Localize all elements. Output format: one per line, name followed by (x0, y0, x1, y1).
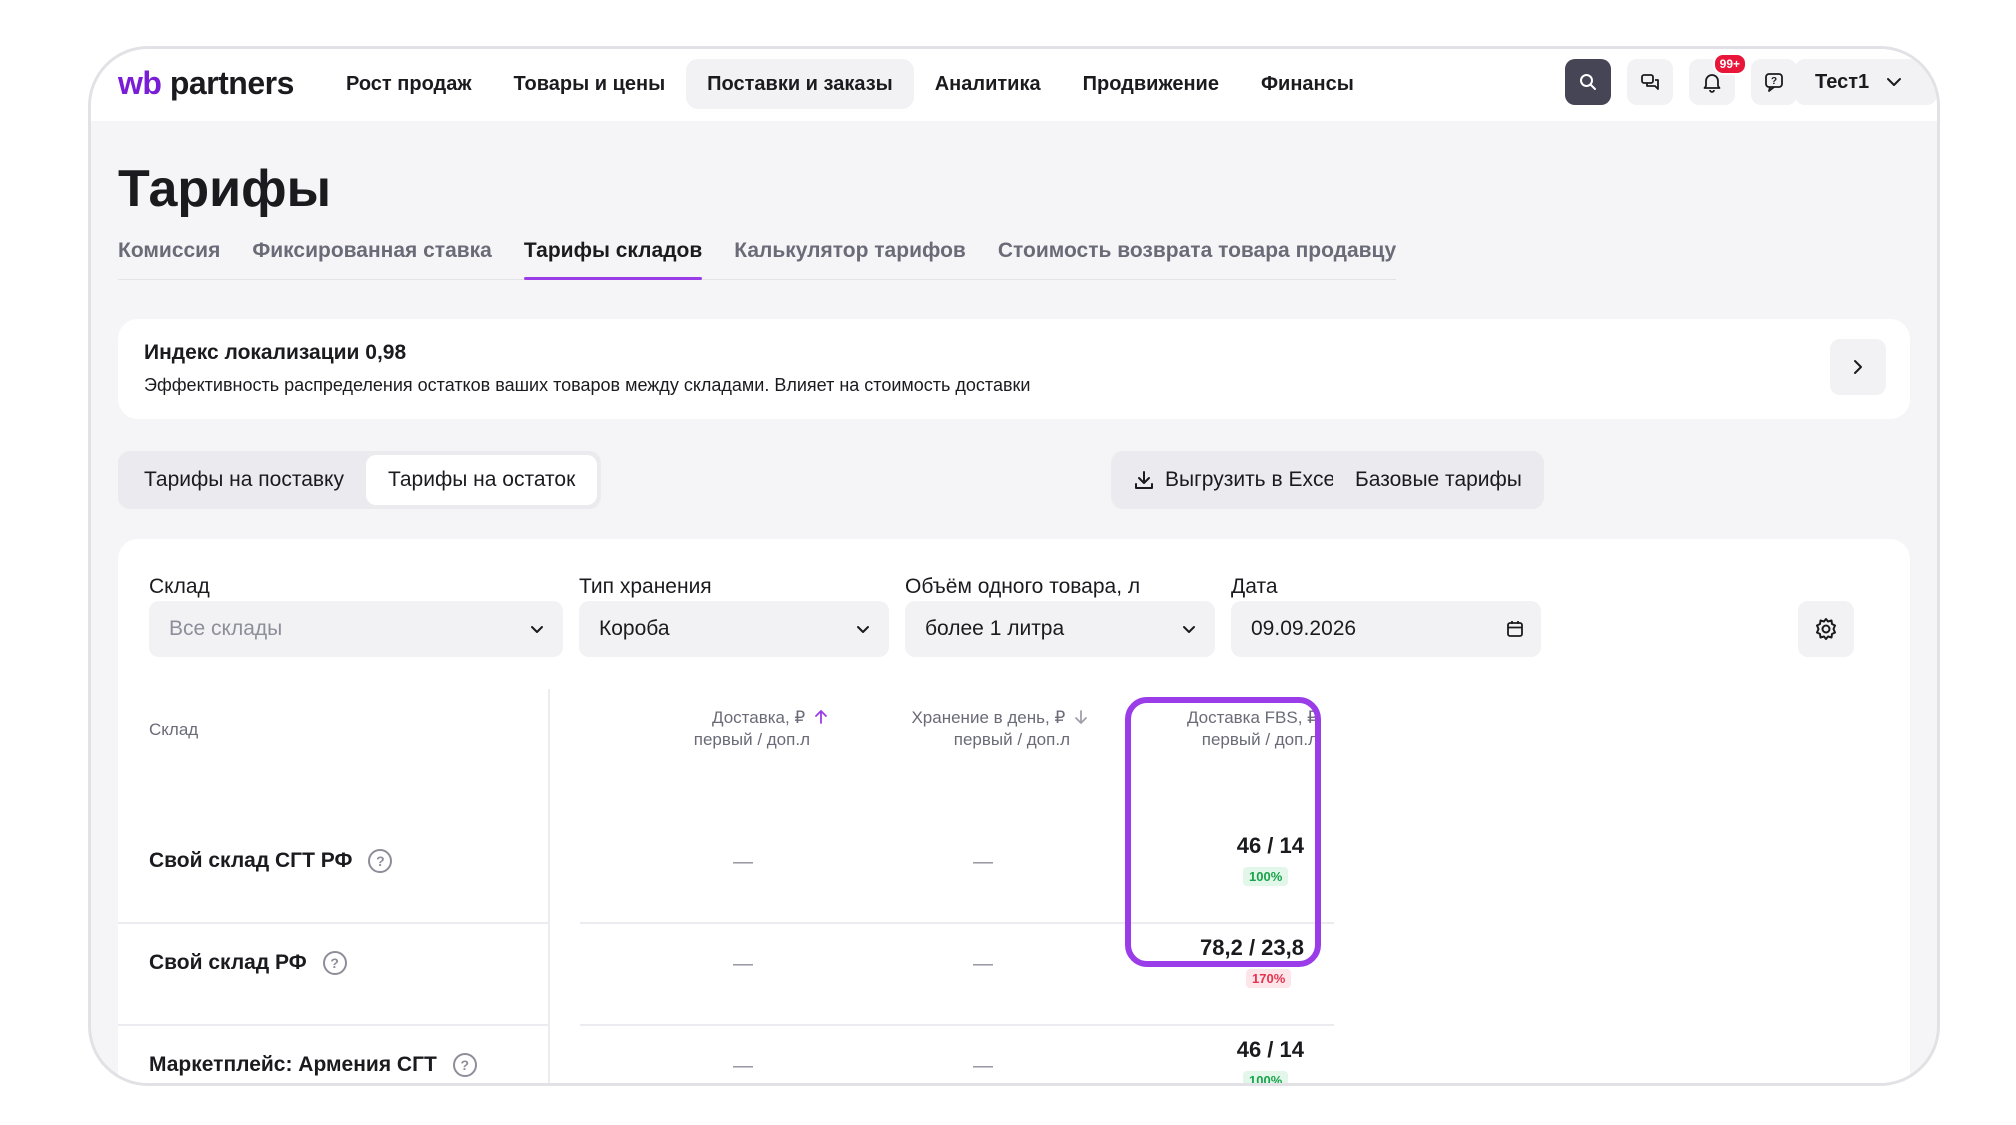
chevron-down-icon (531, 626, 543, 633)
storage-cell: — (973, 1055, 993, 1077)
delivery-cell: — (733, 851, 753, 873)
tab-return-cost[interactable]: Стоимость возврата товара продавцу (998, 239, 1396, 279)
tab-warehouse-tariffs[interactable]: Тарифы складов (523, 239, 703, 280)
fbs-percent-badge: 100% (1243, 1071, 1289, 1083)
column-divider (548, 689, 550, 1083)
delivery-cell: — (733, 1055, 753, 1077)
nav-sales-growth[interactable]: Рост продаж (325, 59, 493, 109)
wb-partners-logo[interactable]: wb partners (118, 65, 294, 102)
chats-button[interactable] (1627, 59, 1673, 105)
storage-cell: — (973, 851, 993, 873)
chevron-right-icon (1854, 360, 1862, 374)
chat-icon (1641, 74, 1659, 90)
search-icon (1580, 74, 1596, 90)
localization-index-title: Индекс локализации 0,98 (144, 341, 407, 364)
table-row-name: Маркетплейс: Армения СГТ ? (149, 1053, 477, 1077)
localization-index-card: Индекс локализации 0,98 Эффективность ра… (118, 319, 1910, 419)
sort-descending-icon (1075, 710, 1087, 724)
top-navigation: wb partners Рост продаж Товары и цены По… (91, 49, 1937, 121)
nav-promotion[interactable]: Продвижение (1062, 59, 1240, 109)
gear-icon (1816, 618, 1836, 640)
base-tariffs-button[interactable]: Базовые тарифы (1333, 451, 1544, 509)
tariff-type-switch: Тарифы на поставку Тарифы на остаток (118, 451, 602, 509)
column-header-warehouse: Склад (149, 720, 199, 739)
row-divider (580, 1024, 1334, 1026)
nav-finance[interactable]: Финансы (1240, 59, 1375, 109)
open-localization-button[interactable] (1830, 339, 1886, 395)
storage-type-select[interactable]: Короба (579, 601, 889, 657)
notifications-button[interactable]: 99+ (1689, 53, 1747, 105)
tab-commission[interactable]: Комиссия (118, 239, 220, 279)
warehouse-filter-label: Склад (149, 575, 210, 598)
column-header-delivery[interactable]: Доставка, ₽ первый / доп.л (628, 707, 828, 751)
delivery-cell: — (733, 953, 753, 975)
warehouse-select-value: Все склады (169, 617, 283, 640)
fbs-percent-badge: 170% (1246, 969, 1292, 988)
calendar-icon (1507, 621, 1523, 637)
stock-tariffs-option[interactable]: Тарифы на остаток (365, 455, 598, 505)
tab-tariff-calculator[interactable]: Калькулятор тарифов (734, 239, 966, 279)
download-icon (1135, 471, 1153, 489)
help-circle-icon[interactable]: ? (322, 951, 347, 975)
column-header-fbs[interactable]: Доставка FBS, ₽ первый / доп.л (1118, 707, 1318, 751)
user-name: Тест1 (1815, 70, 1870, 93)
warehouse-select[interactable]: Все склады (149, 601, 563, 657)
fbs-cell: 78,2 / 23,8 (1200, 935, 1304, 960)
chevron-down-icon (1887, 78, 1902, 86)
table-row-name: Свой склад РФ ? (149, 951, 347, 975)
base-tariffs-label: Базовые тарифы (1355, 468, 1522, 491)
storage-type-value: Короба (599, 617, 670, 640)
main-nav: Рост продаж Товары и цены Поставки и зак… (325, 59, 1375, 109)
fbs-percent-badge: 100% (1243, 867, 1289, 886)
svg-text:?: ? (1771, 76, 1777, 87)
sort-ascending-icon (815, 710, 827, 724)
fbs-cell: 46 / 14 (1236, 1037, 1304, 1062)
help-button[interactable]: ? (1938, 1039, 1940, 1086)
nav-products-prices[interactable]: Товары и цены (493, 59, 687, 109)
help-circle-icon[interactable]: ? (452, 1053, 477, 1077)
date-label: Дата (1231, 575, 1278, 598)
nav-supplies-orders[interactable]: Поставки и заказы (686, 59, 914, 109)
date-picker[interactable]: 09.09.2026 (1231, 601, 1541, 657)
export-excel-button[interactable]: Выгрузить в Excel (1111, 451, 1362, 509)
table-settings-button[interactable] (1798, 601, 1854, 657)
table-row-name: Свой склад СГТ РФ ? (149, 849, 393, 873)
volume-label: Объём одного товара, л (905, 575, 1141, 598)
date-value: 09.09.2026 (1251, 617, 1357, 640)
storage-type-label: Тип хранения (579, 575, 712, 598)
chevron-down-icon (1183, 626, 1195, 633)
tab-fixed-rate[interactable]: Фиксированная ставка (252, 239, 492, 279)
page-title: Тарифы (118, 160, 332, 218)
export-excel-label: Выгрузить в Excel (1165, 468, 1340, 491)
row-divider (580, 922, 1334, 924)
notifications-badge: 99+ (1712, 53, 1747, 75)
nav-analytics[interactable]: Аналитика (914, 59, 1062, 109)
app-window: wb partners Рост продаж Товары и цены По… (88, 46, 1940, 1086)
tariffs-table-card: Склад Все склады Тип хранения Короба Объ… (118, 539, 1910, 1083)
column-header-storage[interactable]: Хранение в день, ₽ первый / доп.л (858, 707, 1088, 751)
row-divider (118, 1024, 548, 1026)
feedback-button[interactable]: ? (1751, 59, 1797, 105)
help-circle-icon[interactable]: ? (368, 849, 393, 873)
supply-tariffs-option[interactable]: Тарифы на поставку (122, 455, 366, 505)
volume-value: более 1 литра (925, 617, 1065, 640)
fbs-cell: 46 / 14 (1236, 833, 1304, 858)
localization-index-description: Эффективность распределения остатков ваш… (144, 375, 1031, 395)
storage-cell: — (973, 953, 993, 975)
user-menu-button[interactable]: Тест1 (1795, 59, 1937, 105)
chevron-down-icon (857, 626, 869, 633)
search-button[interactable] (1565, 59, 1611, 105)
feedback-icon: ? (1765, 73, 1783, 92)
volume-select[interactable]: более 1 литра (905, 601, 1215, 657)
tariff-tabs: Комиссия Фиксированная ставка Тарифы скл… (118, 239, 1397, 280)
row-divider (118, 922, 548, 924)
